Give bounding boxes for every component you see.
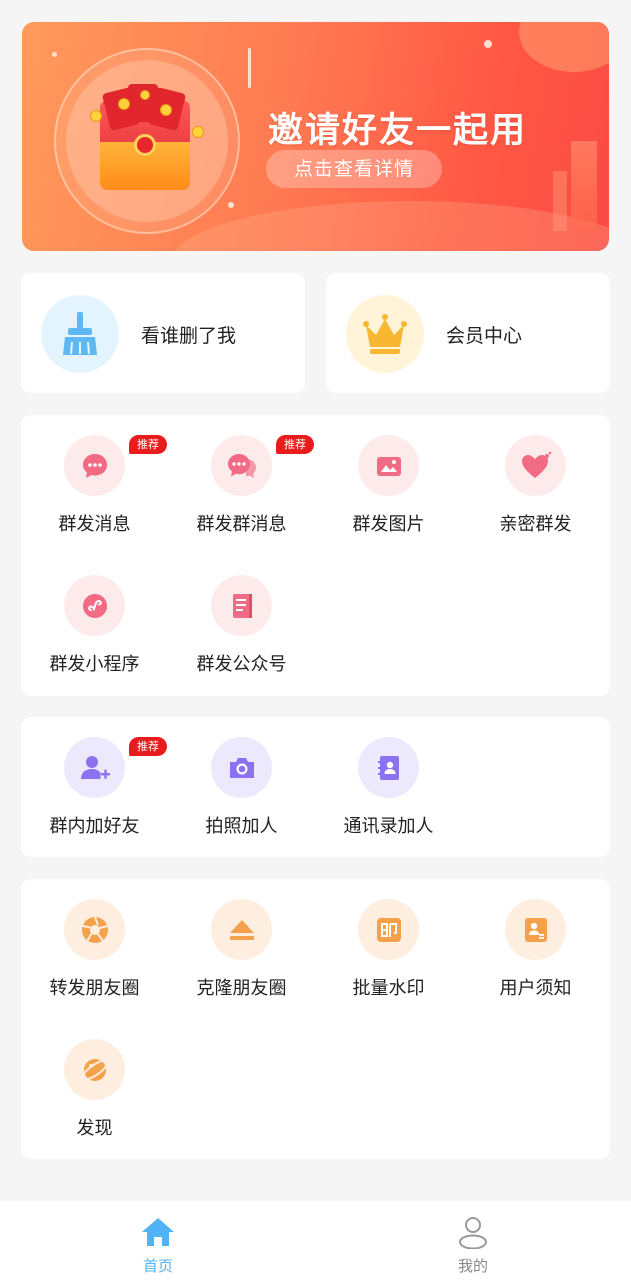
user-icon — [456, 1215, 490, 1250]
aperture-icon — [64, 899, 125, 960]
bulk-mini-program-tile[interactable]: 群发小程序 — [21, 555, 168, 675]
home-icon — [141, 1215, 175, 1249]
banner-decoration — [248, 48, 251, 88]
tile-label: 克隆朋友圈 — [196, 978, 287, 999]
banner-decoration — [52, 52, 57, 57]
quick-label: 会员中心 — [446, 325, 523, 347]
eject-icon — [211, 899, 272, 960]
intimate-bulk-tile[interactable]: 亲密群发 — [462, 415, 609, 535]
planet-icon — [64, 1039, 125, 1100]
tile-label: 群发消息 — [58, 514, 131, 535]
recommend-badge: 推荐 — [129, 737, 167, 756]
group-add-friends-tile[interactable]: 推荐 群内加好友 — [21, 717, 168, 837]
add-friends-section: 推荐 群内加好友 拍照加人 通讯录加人 — [21, 717, 610, 857]
quick-label: 看谁删了我 — [141, 325, 237, 347]
tab-home[interactable]: 首页 — [98, 1201, 218, 1280]
invite-banner[interactable]: 邀请好友一起用 点击查看详情 — [22, 22, 609, 251]
bulk-official-account-tile[interactable]: 群发公众号 — [168, 555, 315, 675]
discover-tile[interactable]: 发现 — [21, 1019, 168, 1139]
mini-program-icon — [64, 575, 125, 636]
image-icon — [358, 435, 419, 496]
tile-label: 群发小程序 — [49, 654, 140, 675]
tile-label: 发现 — [76, 1118, 113, 1139]
tile-label: 转发朋友圈 — [49, 978, 140, 999]
tile-label: 用户须知 — [499, 978, 572, 999]
who-deleted-me-card[interactable]: 看谁删了我 — [21, 273, 305, 393]
heart-icon — [505, 435, 566, 496]
camera-icon — [211, 737, 272, 798]
contacts-book-icon — [358, 737, 419, 798]
view-details-button[interactable]: 点击查看详情 — [266, 150, 442, 188]
bottom-tab-bar: 首页 我的 — [0, 1201, 631, 1280]
banner-decoration — [228, 202, 234, 208]
banner-decoration — [172, 201, 609, 251]
tile-label: 群发群消息 — [196, 514, 287, 535]
recommend-badge: 推荐 — [276, 435, 314, 454]
tab-mine-label: 我的 — [457, 1257, 488, 1275]
user-notice-tile[interactable]: 用户须知 — [462, 879, 609, 999]
forward-moments-tile[interactable]: 转发朋友圈 — [21, 879, 168, 999]
bulk-watermark-tile[interactable]: 批量水印 — [315, 879, 462, 999]
banner-decoration — [553, 171, 567, 231]
tile-label: 拍照加人 — [205, 816, 278, 837]
banner-decoration — [519, 22, 609, 72]
broom-icon — [41, 295, 119, 373]
bulk-group-message-tile[interactable]: 推荐 群发群消息 — [168, 415, 315, 535]
banner-decoration — [484, 40, 492, 48]
bulk-message-tile[interactable]: 推荐 群发消息 — [21, 415, 168, 535]
crown-icon — [346, 295, 424, 373]
tab-home-label: 首页 — [142, 1257, 173, 1275]
banner-decoration — [571, 141, 597, 231]
clone-moments-tile[interactable]: 克隆朋友圈 — [168, 879, 315, 999]
add-user-icon — [64, 737, 125, 798]
bulk-image-tile[interactable]: 群发图片 — [315, 415, 462, 535]
banner-title: 邀请好友一起用 — [268, 111, 528, 151]
tile-label: 群发图片 — [352, 514, 425, 535]
red-envelope-icon — [90, 80, 204, 190]
user-card-icon — [505, 899, 566, 960]
group-chat-icon — [211, 435, 272, 496]
tile-label: 亲密群发 — [499, 514, 572, 535]
tile-label: 通讯录加人 — [343, 816, 434, 837]
tile-label: 群发公众号 — [196, 654, 287, 675]
stamp-icon — [358, 899, 419, 960]
member-center-card[interactable]: 会员中心 — [326, 273, 610, 393]
bulk-send-section: 推荐 群发消息 推荐 群发群消息 群发图片 亲密群发 群发小程序 群发公众号 — [21, 415, 610, 696]
moments-tools-section: 转发朋友圈 克隆朋友圈 批量水印 用户须知 发现 — [21, 879, 610, 1159]
official-account-icon — [211, 575, 272, 636]
tile-label: 批量水印 — [352, 978, 425, 999]
tile-label: 群内加好友 — [49, 816, 140, 837]
chat-bubble-icon — [64, 435, 125, 496]
photo-add-tile[interactable]: 拍照加人 — [168, 717, 315, 837]
tab-mine[interactable]: 我的 — [413, 1201, 533, 1280]
recommend-badge: 推荐 — [129, 435, 167, 454]
contacts-add-tile[interactable]: 通讯录加人 — [315, 717, 462, 837]
